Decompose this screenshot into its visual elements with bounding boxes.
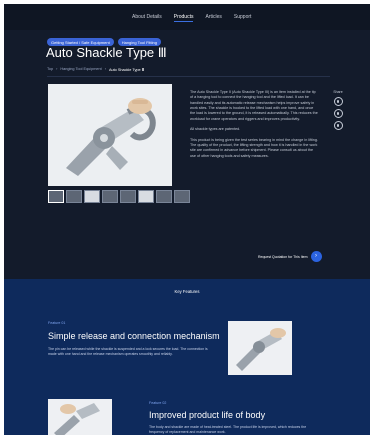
feature-tag: Feature 01 [48,321,66,325]
feature-text: The body and shackle are made of heat-tr… [149,425,307,435]
breadcrumb-separator: › [56,67,58,71]
feature-photo-illustration [228,321,292,375]
key-features-section: Key Features Feature 01 Simple release a… [4,279,370,435]
thumbnail[interactable] [102,190,118,203]
facebook-icon[interactable] [333,109,343,118]
top-nav: About Details Products Articles Support [4,4,370,30]
thumbnail[interactable] [66,190,82,203]
request-quotation-label: Request Quotation for This Item [258,254,308,259]
thumbnail-strip [48,190,190,203]
shackle-photo-illustration [48,84,172,186]
description-paragraph: All shackle types are patented. [190,127,241,132]
thumbnail[interactable] [120,190,136,203]
feature-title: Improved product life of body [149,410,266,420]
breadcrumb-separator: › [104,67,106,71]
description-paragraph: The Auto Shackle Type II (Auto Shackle T… [190,90,318,121]
share-label: Share [333,90,343,94]
thumbnail[interactable] [174,190,190,203]
arrow-right-icon: › [310,251,322,262]
page-title: Auto Shackle Type Ⅲ [46,45,167,60]
thumbnail[interactable] [156,190,172,203]
share-panel: Share [331,90,345,133]
section-heading: Key Features [174,289,200,294]
feature-tag: Feature 02 [149,401,167,405]
nav-links: About Details Products Articles Support [132,14,251,22]
thumbnail[interactable] [48,190,64,203]
thumbnail[interactable] [138,190,154,203]
product-main-image [48,84,172,186]
breadcrumb-item[interactable]: Top [47,67,53,72]
feature-text: The pin can be released while the shackl… [48,347,208,357]
nav-item-products[interactable]: Products [173,14,194,22]
breadcrumb-current: Auto Shackle Type Ⅲ [108,68,145,72]
product-description: The Auto Shackle Type II (Auto Shackle T… [190,90,318,164]
feature-image [228,321,292,375]
description-paragraph: This product is being given the test ser… [190,137,318,158]
feature-title: Simple release and connection mechanism [48,331,220,341]
feature-image [48,399,112,435]
twitter-icon[interactable] [333,97,343,106]
nav-item-about[interactable]: About Details [132,14,162,22]
nav-item-articles[interactable]: Articles [205,14,221,22]
line-icon[interactable] [333,121,343,130]
request-quotation-button[interactable]: Request Quotation for This Item › [258,251,322,262]
thumbnail[interactable] [84,190,100,203]
feature-photo-illustration [48,399,112,435]
nav-item-support[interactable]: Support [234,14,252,22]
page: About Details Products Articles Support … [4,4,370,435]
breadcrumb: Top › Hanging Tool Equipment › Auto Shac… [47,67,144,72]
breadcrumb-item[interactable]: Hanging Tool Equipment [60,67,101,72]
divider [47,76,330,77]
